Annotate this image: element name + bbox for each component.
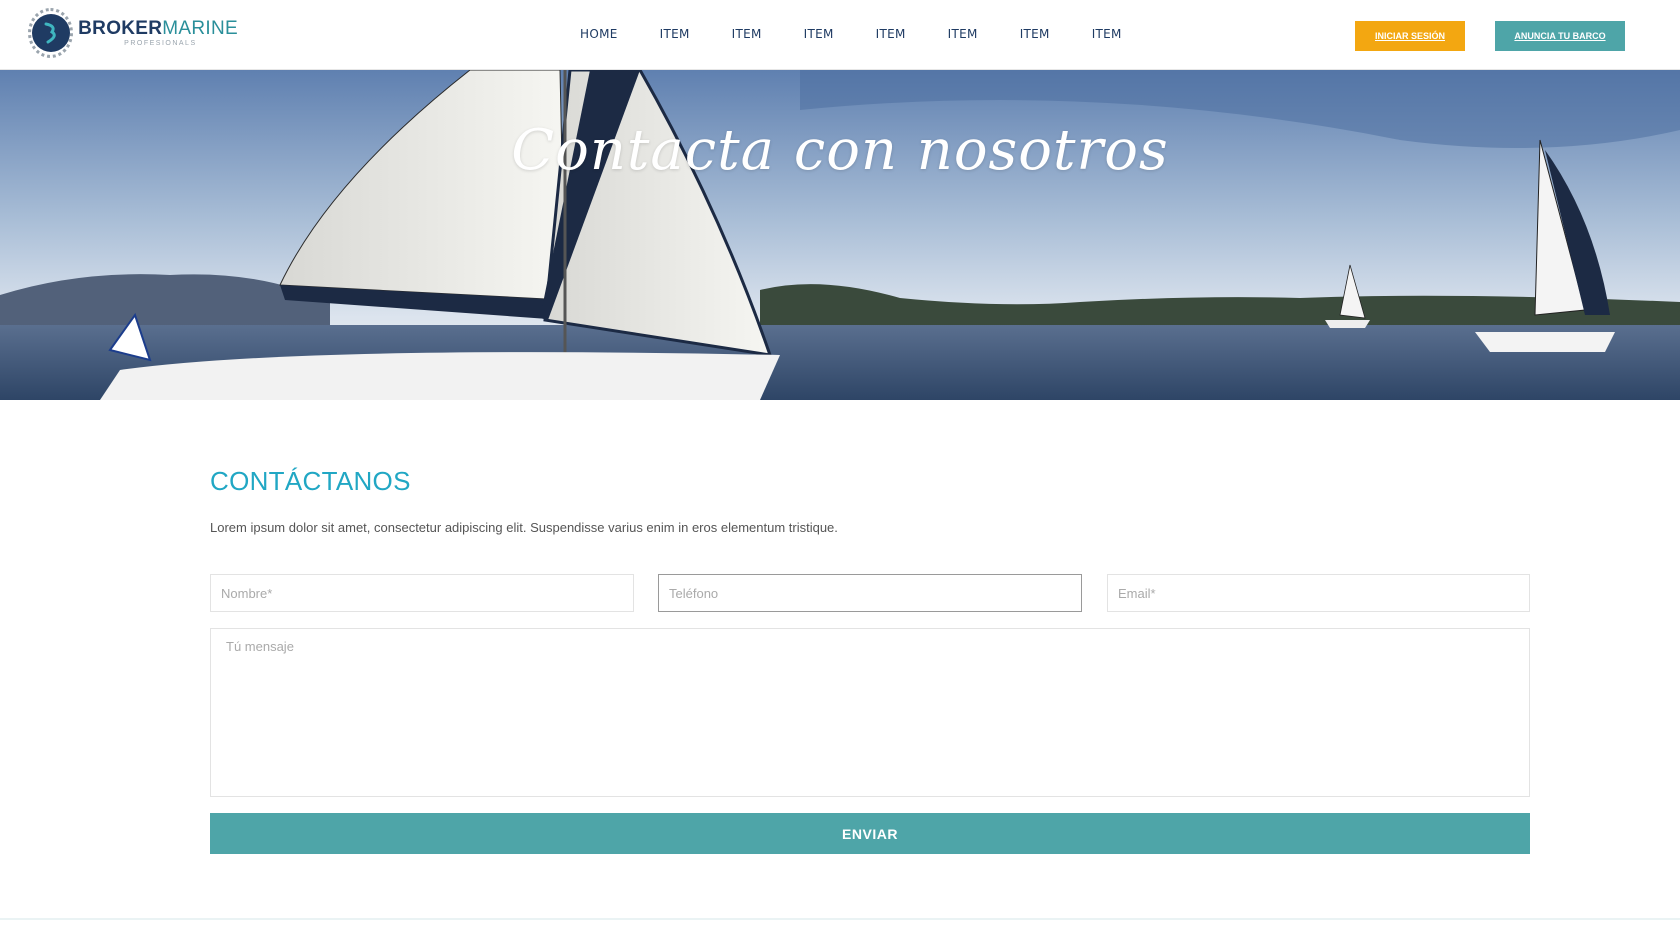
nav-item[interactable]: ITEM (876, 27, 906, 41)
footer-divider (0, 918, 1680, 920)
brand-name: BROKERMARINE (78, 18, 238, 39)
phone-field[interactable] (658, 574, 1082, 612)
send-button[interactable]: ENVIAR (210, 813, 1530, 854)
advertise-boat-button[interactable]: ANUNCIA TU BARCO (1495, 21, 1625, 51)
email-field[interactable] (1107, 574, 1530, 612)
hero-title: Contacta con nosotros (511, 118, 1169, 183)
contact-heading: CONTÁCTANOS (210, 466, 411, 496)
brand-logo[interactable]: BROKERMARINE PROFESIONALS (28, 6, 238, 60)
logo-badge-icon (28, 8, 74, 58)
name-field[interactable] (210, 574, 634, 612)
message-field[interactable] (210, 628, 1530, 797)
nav-item[interactable]: ITEM (948, 27, 978, 41)
hero-banner: Contacta con nosotros (0, 70, 1680, 400)
nav-item[interactable]: ITEM (804, 27, 834, 41)
nav-item[interactable]: ITEM (660, 27, 690, 41)
nav-item[interactable]: ITEM (1092, 27, 1122, 41)
nav-item[interactable]: ITEM (1020, 27, 1050, 41)
contact-description: Lorem ipsum dolor sit amet, consectetur … (210, 520, 838, 535)
brand-tagline: PROFESIONALS (124, 40, 197, 47)
site-header: BROKERMARINE PROFESIONALS HOME ITEM ITEM… (0, 0, 1680, 70)
main-nav: HOME ITEM ITEM ITEM ITEM ITEM ITEM ITEM (580, 27, 1164, 41)
nav-item-home[interactable]: HOME (580, 27, 618, 41)
nav-item[interactable]: ITEM (732, 27, 762, 41)
login-button[interactable]: INICIAR SESIÓN (1355, 21, 1465, 51)
